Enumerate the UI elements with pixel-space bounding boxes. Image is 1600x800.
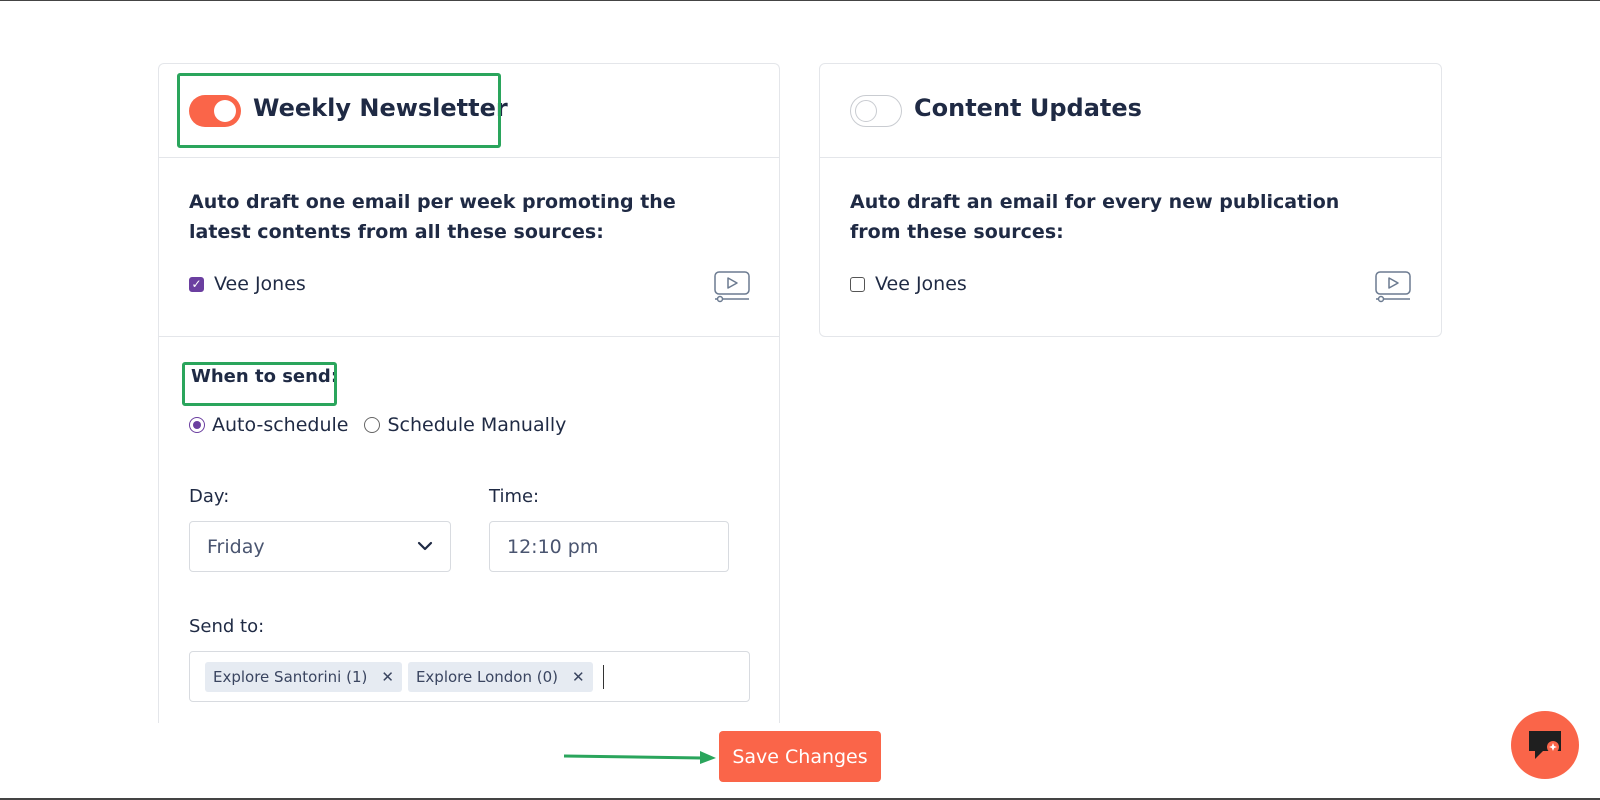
send-to-tag: Explore Santorini (1) ✕ — [205, 661, 402, 692]
content-updates-title: Content Updates — [914, 94, 1142, 122]
weekly-source-label: Vee Jones — [214, 273, 306, 295]
video-play-icon[interactable] — [1374, 271, 1412, 303]
content-source-row[interactable]: Vee Jones — [850, 273, 967, 295]
weekly-divider — [159, 336, 779, 337]
arrow-annotation-icon — [563, 751, 716, 764]
tag-label: Explore Santorini (1) — [213, 667, 368, 686]
content-source-checkbox[interactable] — [850, 276, 865, 292]
weekly-newsletter-header: Weekly Newsletter — [159, 64, 779, 158]
weekly-newsletter-title: Weekly Newsletter — [253, 94, 508, 122]
content-updates-header: Content Updates — [820, 64, 1441, 158]
day-select-value: Friday — [207, 536, 265, 558]
chevron-down-icon — [417, 541, 433, 551]
auto-schedule-radio[interactable] — [189, 417, 205, 433]
send-to-tag: Explore London (0) ✕ — [407, 661, 593, 692]
weekly-newsletter-toggle[interactable] — [189, 95, 241, 127]
content-updates-card: Content Updates Auto draft an email for … — [819, 63, 1442, 337]
save-changes-button[interactable]: Save Changes — [719, 731, 881, 782]
toggle-knob — [214, 100, 236, 122]
auto-schedule-label[interactable]: Auto-schedule — [212, 414, 348, 436]
day-select[interactable]: Friday — [189, 521, 451, 572]
chat-icon — [1529, 731, 1561, 759]
weekly-source-checkbox[interactable] — [189, 276, 204, 292]
content-source-label: Vee Jones — [875, 273, 967, 295]
content-updates-description: Auto draft an email for every new public… — [850, 191, 1340, 243]
send-to-tag-input[interactable]: Explore Santorini (1) ✕ Explore London (… — [189, 651, 750, 702]
day-label: Day: — [189, 486, 230, 507]
content-updates-toggle[interactable] — [850, 95, 902, 127]
schedule-manually-radio[interactable] — [364, 417, 381, 433]
tag-label: Explore London (0) — [415, 667, 558, 686]
when-to-send-label: When to send: — [191, 366, 339, 387]
time-label: Time: — [489, 486, 540, 507]
schedule-radio-group: Auto-schedule Schedule Manually — [189, 414, 582, 436]
toggle-knob — [855, 100, 877, 122]
time-input[interactable] — [489, 521, 729, 572]
send-to-label: Send to: — [189, 616, 265, 637]
tag-remove-icon[interactable]: ✕ — [572, 668, 585, 686]
weekly-newsletter-description: Auto draft one email per week promoting … — [189, 191, 676, 243]
video-play-icon[interactable] — [713, 271, 751, 303]
weekly-newsletter-card: Weekly Newsletter Auto draft one email p… — [158, 63, 780, 723]
top-border — [0, 0, 1600, 1]
text-caret — [602, 664, 604, 689]
weekly-source-row[interactable]: Vee Jones — [189, 273, 306, 295]
tag-remove-icon[interactable]: ✕ — [381, 668, 394, 686]
chat-widget-button[interactable] — [1511, 711, 1579, 779]
schedule-manually-label[interactable]: Schedule Manually — [387, 414, 566, 436]
